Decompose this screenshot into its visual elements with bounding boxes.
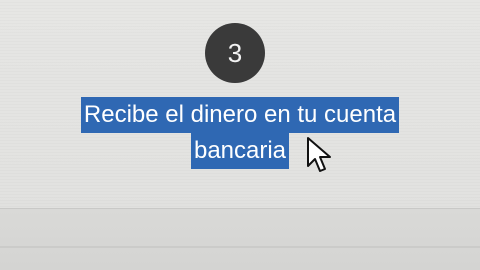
step-number-badge: 3 — [205, 23, 265, 83]
footer-divider — [0, 246, 480, 248]
step-description-line-1: Recibe el dinero en tu cuenta — [80, 97, 400, 133]
footer-band — [0, 209, 480, 270]
step-number: 3 — [227, 37, 243, 68]
step-description-line-2: bancaria — [190, 133, 290, 169]
step-description: Recibe el dinero en tu cuenta bancaria — [0, 97, 480, 169]
mouse-pointer-arrow-icon — [307, 137, 331, 172]
